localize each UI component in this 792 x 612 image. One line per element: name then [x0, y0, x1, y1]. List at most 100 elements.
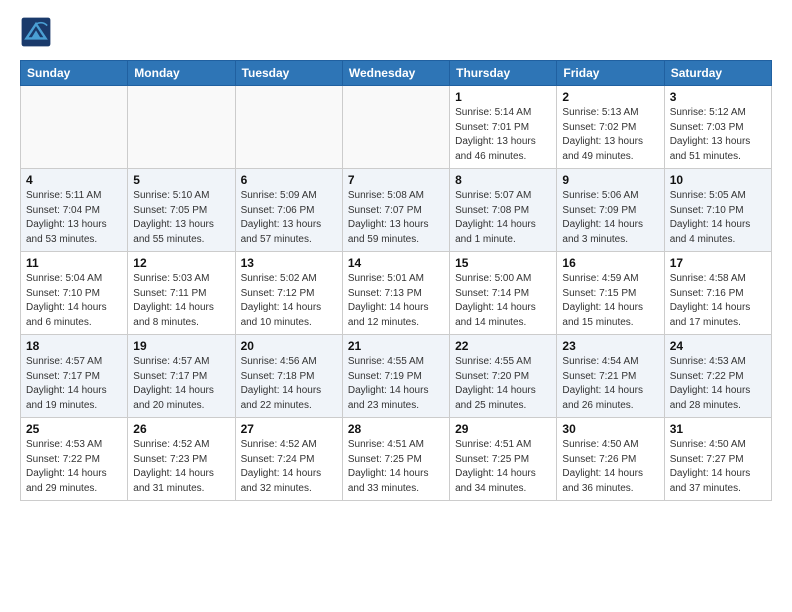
calendar-cell: 28Sunrise: 4:51 AM Sunset: 7:25 PM Dayli… — [342, 418, 449, 501]
calendar-cell: 29Sunrise: 4:51 AM Sunset: 7:25 PM Dayli… — [450, 418, 557, 501]
day-number: 24 — [670, 339, 766, 353]
page: SundayMondayTuesdayWednesdayThursdayFrid… — [0, 0, 792, 521]
day-number: 4 — [26, 173, 122, 187]
day-info: Sunrise: 4:57 AM Sunset: 7:17 PM Dayligh… — [26, 355, 122, 413]
day-info: Sunrise: 4:59 AM Sunset: 7:15 PM Dayligh… — [562, 272, 658, 330]
day-info: Sunrise: 4:51 AM Sunset: 7:25 PM Dayligh… — [348, 438, 444, 496]
day-info: Sunrise: 4:55 AM Sunset: 7:19 PM Dayligh… — [348, 355, 444, 413]
calendar-cell: 2 Sunrise: 5:13 AM Sunset: 7:02 PM Daylig… — [557, 86, 664, 169]
calendar-cell: 8 Sunrise: 5:07 AM Sunset: 7:08 PM Daylig… — [450, 169, 557, 252]
day-number: 2 — [562, 90, 658, 104]
day-number: 17 — [670, 256, 766, 270]
day-info: Sunrise: 4:53 AM Sunset: 7:22 PM Dayligh… — [670, 355, 766, 413]
day-number: 30 — [562, 422, 658, 436]
day-info: Sunrise: 5:12 AM Sunset: 7:03 PM Dayligh… — [670, 106, 766, 164]
calendar-cell: 1 Sunrise: 5:14 AM Sunset: 7:01 PM Daylig… — [450, 86, 557, 169]
calendar-header-sunday: Sunday — [21, 61, 128, 86]
calendar-cell: 21 Sunrise: 4:55 AM Sunset: 7:19 PM Dayli… — [342, 335, 449, 418]
day-info: Sunrise: 5:04 AM Sunset: 7:10 PM Dayligh… — [26, 272, 122, 330]
day-info: Sunrise: 5:09 AM Sunset: 7:06 PM Dayligh… — [241, 189, 337, 247]
calendar-cell — [128, 86, 235, 169]
calendar-cell: 12 Sunrise: 5:03 AM Sunset: 7:11 PM Dayli… — [128, 252, 235, 335]
calendar-week-row: 11Sunrise: 5:04 AM Sunset: 7:10 PM Dayli… — [21, 252, 772, 335]
calendar-cell: 9Sunrise: 5:06 AM Sunset: 7:09 PM Daylig… — [557, 169, 664, 252]
day-number: 12 — [133, 256, 229, 270]
day-number: 15 — [455, 256, 551, 270]
calendar-cell: 25 Sunrise: 4:53 AM Sunset: 7:22 PM Dayli… — [21, 418, 128, 501]
day-info: Sunrise: 5:13 AM Sunset: 7:02 PM Dayligh… — [562, 106, 658, 164]
calendar-cell — [342, 86, 449, 169]
calendar-header-tuesday: Tuesday — [235, 61, 342, 86]
day-number: 27 — [241, 422, 337, 436]
day-info: Sunrise: 4:56 AM Sunset: 7:18 PM Dayligh… — [241, 355, 337, 413]
calendar-header-monday: Monday — [128, 61, 235, 86]
day-number: 5 — [133, 173, 229, 187]
calendar-week-row: 1 Sunrise: 5:14 AM Sunset: 7:01 PM Daylig… — [21, 86, 772, 169]
calendar-cell: 13Sunrise: 5:02 AM Sunset: 7:12 PM Dayli… — [235, 252, 342, 335]
day-info: Sunrise: 4:58 AM Sunset: 7:16 PM Dayligh… — [670, 272, 766, 330]
calendar: SundayMondayTuesdayWednesdayThursdayFrid… — [20, 60, 772, 501]
day-info: Sunrise: 4:55 AM Sunset: 7:20 PM Dayligh… — [455, 355, 551, 413]
day-number: 19 — [133, 339, 229, 353]
day-info: Sunrise: 5:14 AM Sunset: 7:01 PM Dayligh… — [455, 106, 551, 164]
calendar-week-row: 4 Sunrise: 5:11 AM Sunset: 7:04 PM Daylig… — [21, 169, 772, 252]
calendar-cell — [235, 86, 342, 169]
calendar-cell: 16 Sunrise: 4:59 AM Sunset: 7:15 PM Dayli… — [557, 252, 664, 335]
day-info: Sunrise: 5:03 AM Sunset: 7:11 PM Dayligh… — [133, 272, 229, 330]
day-info: Sunrise: 4:52 AM Sunset: 7:24 PM Dayligh… — [241, 438, 337, 496]
day-number: 31 — [670, 422, 766, 436]
calendar-header-thursday: Thursday — [450, 61, 557, 86]
calendar-week-row: 25 Sunrise: 4:53 AM Sunset: 7:22 PM Dayli… — [21, 418, 772, 501]
calendar-cell: 30 Sunrise: 4:50 AM Sunset: 7:26 PM Dayli… — [557, 418, 664, 501]
calendar-cell: 24 Sunrise: 4:53 AM Sunset: 7:22 PM Dayli… — [664, 335, 771, 418]
day-number: 1 — [455, 90, 551, 104]
day-info: Sunrise: 4:50 AM Sunset: 7:27 PM Dayligh… — [670, 438, 766, 496]
day-info: Sunrise: 5:05 AM Sunset: 7:10 PM Dayligh… — [670, 189, 766, 247]
day-info: Sunrise: 5:08 AM Sunset: 7:07 PM Dayligh… — [348, 189, 444, 247]
day-info: Sunrise: 5:11 AM Sunset: 7:04 PM Dayligh… — [26, 189, 122, 247]
logo-icon — [20, 16, 52, 48]
calendar-cell: 18 Sunrise: 4:57 AM Sunset: 7:17 PM Dayli… — [21, 335, 128, 418]
calendar-cell: 3Sunrise: 5:12 AM Sunset: 7:03 PM Daylig… — [664, 86, 771, 169]
day-info: Sunrise: 5:02 AM Sunset: 7:12 PM Dayligh… — [241, 272, 337, 330]
day-number: 18 — [26, 339, 122, 353]
day-info: Sunrise: 4:54 AM Sunset: 7:21 PM Dayligh… — [562, 355, 658, 413]
calendar-cell: 27 Sunrise: 4:52 AM Sunset: 7:24 PM Dayli… — [235, 418, 342, 501]
logo — [20, 16, 56, 48]
day-number: 22 — [455, 339, 551, 353]
calendar-cell: 20Sunrise: 4:56 AM Sunset: 7:18 PM Dayli… — [235, 335, 342, 418]
day-number: 6 — [241, 173, 337, 187]
day-info: Sunrise: 5:06 AM Sunset: 7:09 PM Dayligh… — [562, 189, 658, 247]
calendar-week-row: 18 Sunrise: 4:57 AM Sunset: 7:17 PM Dayli… — [21, 335, 772, 418]
day-number: 16 — [562, 256, 658, 270]
day-number: 21 — [348, 339, 444, 353]
day-number: 8 — [455, 173, 551, 187]
day-number: 10 — [670, 173, 766, 187]
day-info: Sunrise: 4:50 AM Sunset: 7:26 PM Dayligh… — [562, 438, 658, 496]
calendar-cell: 6 Sunrise: 5:09 AM Sunset: 7:06 PM Daylig… — [235, 169, 342, 252]
day-info: Sunrise: 4:53 AM Sunset: 7:22 PM Dayligh… — [26, 438, 122, 496]
calendar-cell: 5 Sunrise: 5:10 AM Sunset: 7:05 PM Daylig… — [128, 169, 235, 252]
day-info: Sunrise: 5:07 AM Sunset: 7:08 PM Dayligh… — [455, 189, 551, 247]
calendar-header-friday: Friday — [557, 61, 664, 86]
calendar-cell: 19Sunrise: 4:57 AM Sunset: 7:17 PM Dayli… — [128, 335, 235, 418]
day-number: 25 — [26, 422, 122, 436]
day-number: 14 — [348, 256, 444, 270]
calendar-cell: 22 Sunrise: 4:55 AM Sunset: 7:20 PM Dayli… — [450, 335, 557, 418]
calendar-header-wednesday: Wednesday — [342, 61, 449, 86]
calendar-cell: 23Sunrise: 4:54 AM Sunset: 7:21 PM Dayli… — [557, 335, 664, 418]
calendar-cell: 26 Sunrise: 4:52 AM Sunset: 7:23 PM Dayli… — [128, 418, 235, 501]
calendar-cell: 14Sunrise: 5:01 AM Sunset: 7:13 PM Dayli… — [342, 252, 449, 335]
day-info: Sunrise: 4:51 AM Sunset: 7:25 PM Dayligh… — [455, 438, 551, 496]
calendar-cell: 31 Sunrise: 4:50 AM Sunset: 7:27 PM Dayli… — [664, 418, 771, 501]
day-info: Sunrise: 5:10 AM Sunset: 7:05 PM Dayligh… — [133, 189, 229, 247]
day-number: 7 — [348, 173, 444, 187]
calendar-cell: 11Sunrise: 5:04 AM Sunset: 7:10 PM Dayli… — [21, 252, 128, 335]
calendar-cell: 4 Sunrise: 5:11 AM Sunset: 7:04 PM Daylig… — [21, 169, 128, 252]
calendar-cell — [21, 86, 128, 169]
day-info: Sunrise: 4:52 AM Sunset: 7:23 PM Dayligh… — [133, 438, 229, 496]
day-number: 26 — [133, 422, 229, 436]
calendar-cell: 10 Sunrise: 5:05 AM Sunset: 7:10 PM Dayli… — [664, 169, 771, 252]
calendar-header-saturday: Saturday — [664, 61, 771, 86]
calendar-header-row: SundayMondayTuesdayWednesdayThursdayFrid… — [21, 61, 772, 86]
